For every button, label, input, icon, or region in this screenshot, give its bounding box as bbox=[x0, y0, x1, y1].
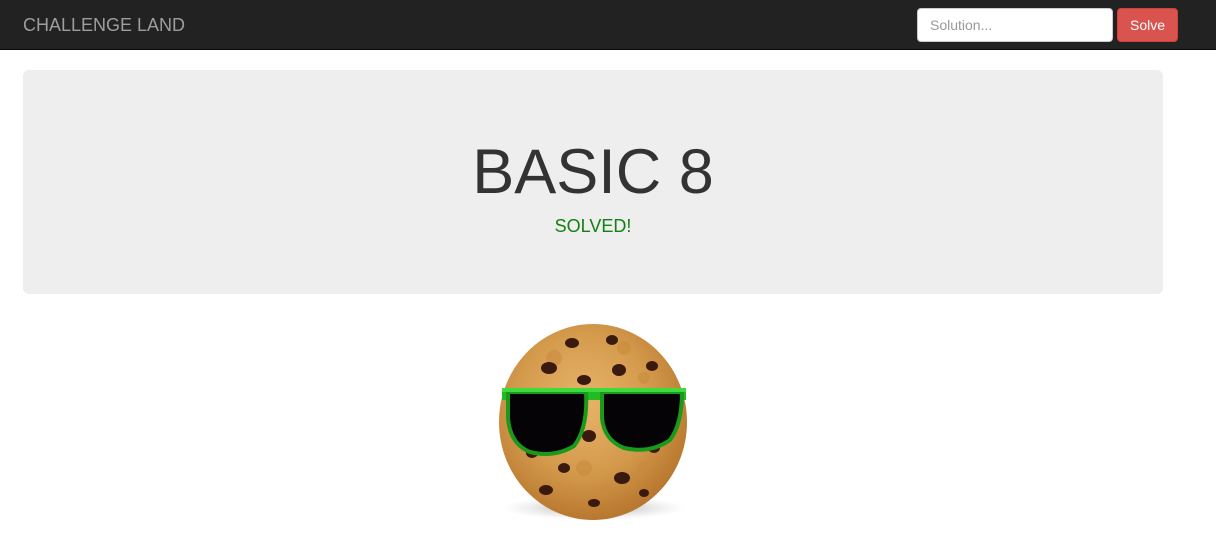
challenge-jumbotron: BASIC 8 SOLVED! bbox=[23, 70, 1163, 294]
solution-input[interactable] bbox=[917, 8, 1113, 42]
navbar: CHALLENGE LAND Solve bbox=[0, 0, 1216, 50]
challenge-title: BASIC 8 bbox=[472, 137, 714, 207]
brand-link[interactable]: CHALLENGE LAND bbox=[23, 14, 185, 36]
solve-button[interactable]: Solve bbox=[1117, 8, 1178, 42]
solved-status: SOLVED! bbox=[554, 216, 632, 236]
cookie-sunglasses-icon bbox=[499, 324, 687, 520]
